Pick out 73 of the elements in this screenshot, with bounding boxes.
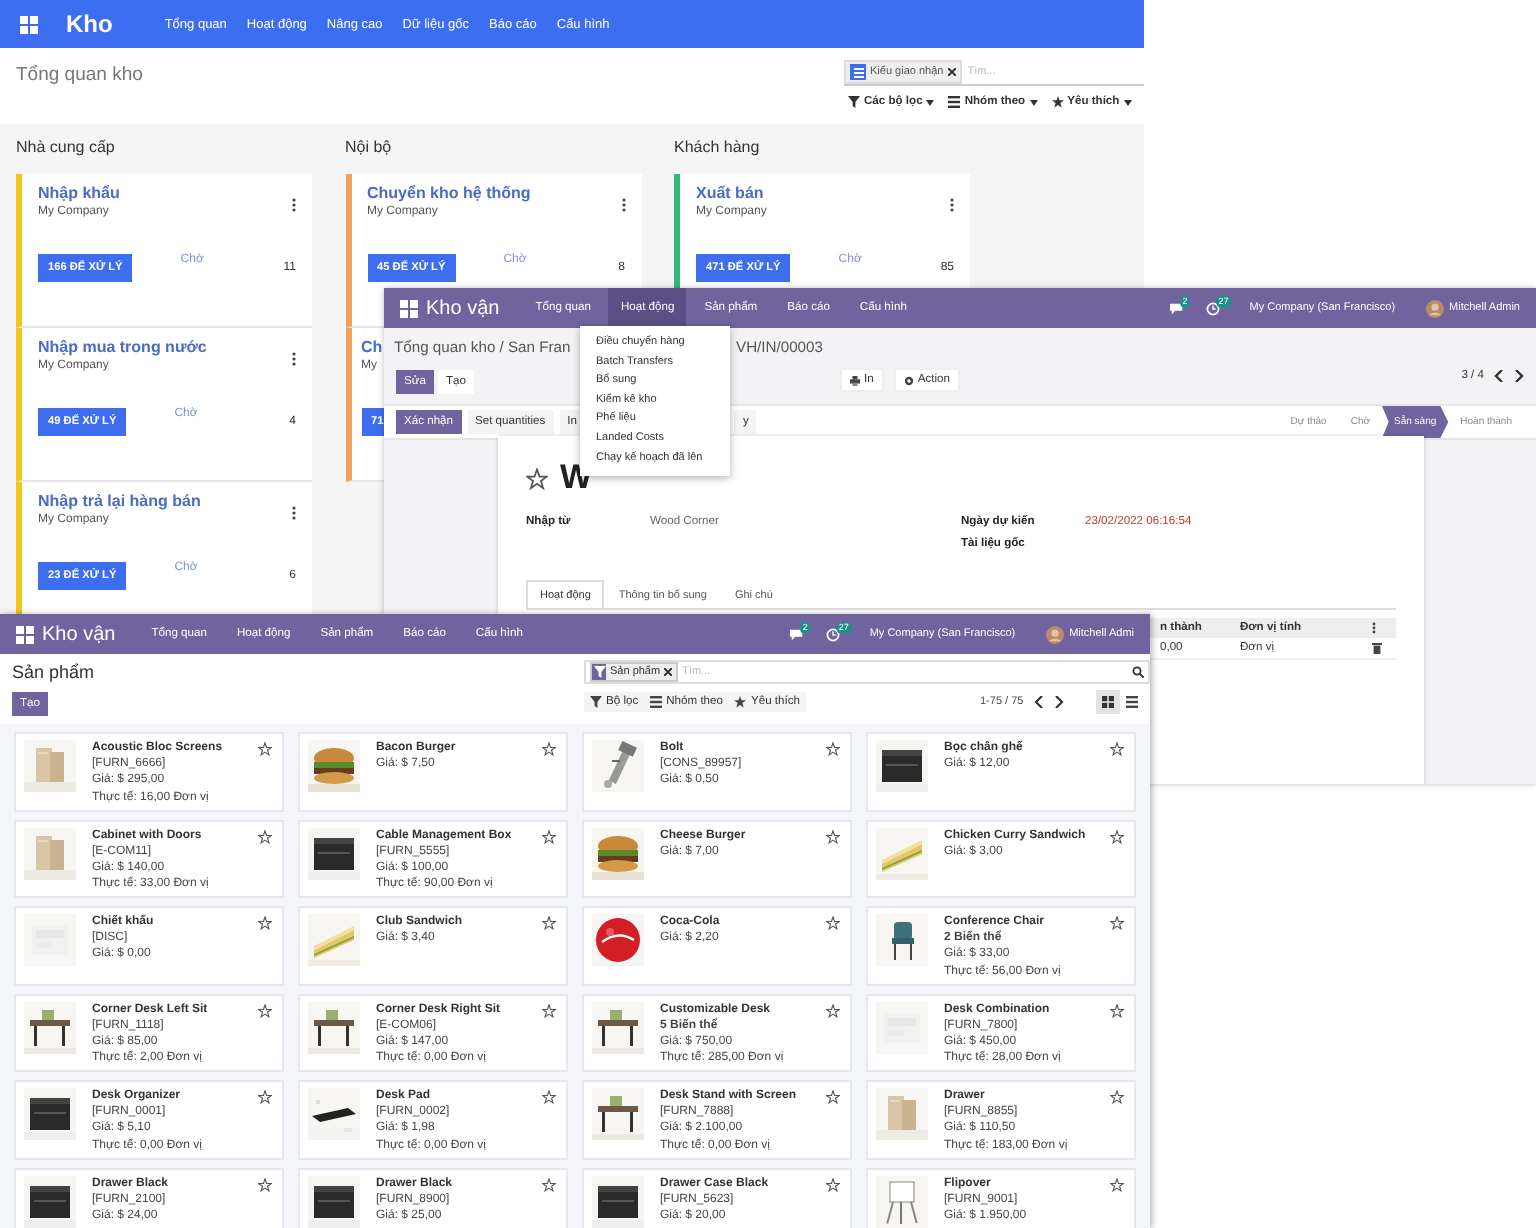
operation-name[interactable]: Xuất bán [696, 184, 764, 204]
gear-icon [903, 375, 914, 385]
star-icon[interactable] [826, 829, 840, 843]
star-icon[interactable] [258, 1003, 272, 1017]
grid-icon [1102, 696, 1114, 708]
group-icon [948, 96, 961, 108]
star-icon[interactable] [258, 829, 272, 843]
column-title: Khách hàng [674, 136, 762, 160]
close-icon[interactable] [664, 668, 673, 676]
star-icon[interactable] [526, 467, 548, 489]
list-icon [1126, 696, 1138, 708]
list-view-button[interactable] [1120, 690, 1144, 714]
operation-name[interactable]: Ch [361, 338, 383, 358]
filter-icon [593, 666, 605, 678]
star-icon[interactable] [542, 829, 556, 843]
chevron-left-icon[interactable] [1494, 370, 1504, 382]
operation-name[interactable]: Chuyển kho hệ thống [367, 184, 531, 204]
grid-icon[interactable] [400, 299, 418, 317]
page-title: Tổng quan kho [16, 64, 143, 86]
app-name[interactable]: Kho vận [42, 623, 116, 645]
chevron-right-icon[interactable] [1053, 696, 1064, 708]
column-title: Nội bộ [345, 136, 394, 160]
star-icon[interactable] [826, 1090, 840, 1104]
star-icon[interactable] [1110, 742, 1124, 756]
avatar-icon[interactable] [1425, 299, 1444, 317]
star-icon[interactable] [542, 1177, 556, 1191]
star-icon [734, 696, 747, 708]
star-icon[interactable] [542, 916, 556, 930]
operation-name[interactable]: Nhập trả lại hàng bán [38, 492, 201, 512]
star-icon[interactable] [1110, 1003, 1124, 1017]
star-icon[interactable] [258, 742, 272, 756]
app-name[interactable]: Kho vận [426, 297, 500, 319]
star-icon[interactable] [826, 1177, 840, 1191]
chat-icon[interactable] [1169, 301, 1184, 315]
star-icon[interactable] [258, 1177, 272, 1191]
star-icon[interactable] [542, 1090, 556, 1104]
trash-icon[interactable] [1372, 642, 1382, 654]
print-icon [850, 375, 860, 385]
star-icon[interactable] [1110, 829, 1124, 843]
star-icon[interactable] [826, 916, 840, 930]
caret-icon [926, 99, 935, 105]
filter-icon [590, 696, 602, 708]
column-title: Nhà cung cấp [16, 136, 117, 160]
star-icon[interactable] [258, 916, 272, 930]
star-icon[interactable] [542, 742, 556, 756]
clock-icon[interactable] [1205, 301, 1220, 315]
group-icon [650, 696, 663, 708]
star-icon[interactable] [826, 742, 840, 756]
chevron-right-icon[interactable] [1514, 370, 1524, 382]
star-icon[interactable] [542, 1003, 556, 1017]
star-icon [1051, 96, 1064, 108]
search-icon[interactable] [1132, 666, 1144, 678]
app-name[interactable]: Kho [66, 10, 113, 38]
star-icon[interactable] [1110, 1177, 1124, 1191]
operation-name[interactable]: Nhập khẩu [38, 184, 120, 204]
star-icon[interactable] [258, 1090, 272, 1104]
caret-icon [1029, 99, 1038, 105]
operation-name[interactable]: Nhập mua trong nước [38, 338, 207, 358]
grid-icon[interactable] [20, 15, 38, 33]
filter-icon [848, 96, 860, 108]
star-icon[interactable] [1110, 916, 1124, 930]
close-icon[interactable] [947, 68, 956, 76]
kanban-view-button[interactable] [1096, 690, 1120, 714]
grid-icon[interactable] [16, 625, 34, 643]
chat-icon[interactable] [789, 627, 804, 641]
star-icon[interactable] [1110, 1090, 1124, 1104]
clock-icon[interactable] [825, 627, 840, 641]
list-icon [853, 67, 863, 77]
star-icon[interactable] [826, 1003, 840, 1017]
caret-icon [1123, 99, 1132, 105]
chevron-left-icon[interactable] [1033, 696, 1044, 708]
avatar-icon[interactable] [1045, 625, 1064, 643]
page-title: Sản phẩm [12, 662, 95, 682]
